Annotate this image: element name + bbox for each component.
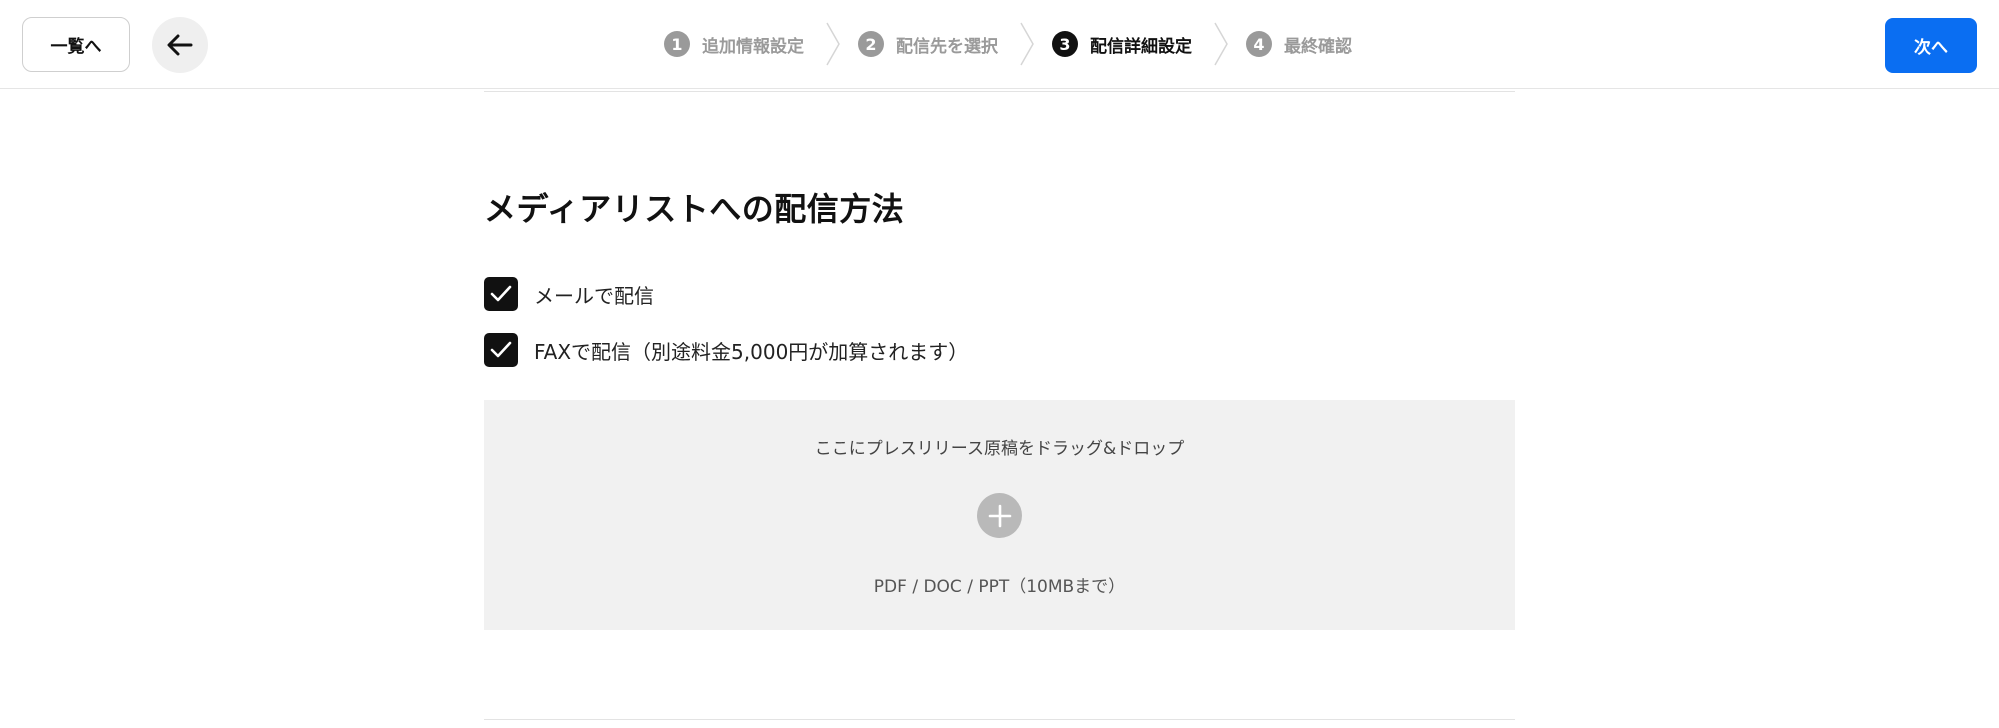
step-label: 配信詳細設定 bbox=[1090, 36, 1192, 57]
checkmark-icon bbox=[490, 341, 512, 358]
step-4: 4 最終確認 bbox=[1246, 31, 1352, 57]
dropzone-formats: PDF / DOC / PPT（10MBまで） bbox=[873, 577, 1126, 597]
arrow-left-icon bbox=[167, 34, 193, 56]
email-checkbox[interactable] bbox=[484, 277, 518, 311]
back-button[interactable] bbox=[152, 17, 208, 73]
divider bbox=[484, 91, 1515, 92]
file-dropzone[interactable]: ここにプレスリリース原稿をドラッグ&ドロップ PDF / DOC / PPT（1… bbox=[484, 400, 1515, 630]
step-number: 3 bbox=[1052, 31, 1078, 57]
chevron-right-icon bbox=[1020, 22, 1034, 66]
back-to-list-button[interactable]: 一覧へ bbox=[22, 17, 130, 72]
top-bar: 一覧へ 1 追加情報設定 2 配信先を選択 3 配信詳細設定 4 最終確認 次へ bbox=[0, 0, 1999, 89]
fax-option-label: FAXで配信（別途料金5,000円が加算されます） bbox=[534, 339, 969, 364]
chevron-right-icon bbox=[826, 22, 840, 66]
step-2: 2 配信先を選択 bbox=[858, 31, 998, 57]
progress-stepper: 1 追加情報設定 2 配信先を選択 3 配信詳細設定 4 最終確認 bbox=[664, 22, 1352, 66]
next-button[interactable]: 次へ bbox=[1885, 18, 1977, 73]
step-number: 4 bbox=[1246, 31, 1272, 57]
section-title: メディアリストへの配信方法 bbox=[484, 190, 905, 228]
option-email[interactable]: メールで配信 bbox=[484, 277, 654, 311]
step-1: 1 追加情報設定 bbox=[664, 31, 804, 57]
fax-checkbox[interactable] bbox=[484, 333, 518, 367]
step-label: 追加情報設定 bbox=[702, 36, 804, 57]
email-option-label: メールで配信 bbox=[534, 283, 654, 308]
step-number: 1 bbox=[664, 31, 690, 57]
dropzone-instruction: ここにプレスリリース原稿をドラッグ&ドロップ bbox=[814, 439, 1185, 459]
step-3: 3 配信詳細設定 bbox=[1052, 31, 1192, 57]
step-number: 2 bbox=[858, 31, 884, 57]
divider bbox=[484, 719, 1515, 720]
step-label: 最終確認 bbox=[1284, 36, 1352, 57]
plus-icon[interactable] bbox=[977, 493, 1022, 538]
checkmark-icon bbox=[490, 285, 512, 302]
chevron-right-icon bbox=[1214, 22, 1228, 66]
option-fax[interactable]: FAXで配信（別途料金5,000円が加算されます） bbox=[484, 333, 968, 367]
step-label: 配信先を選択 bbox=[896, 36, 998, 57]
